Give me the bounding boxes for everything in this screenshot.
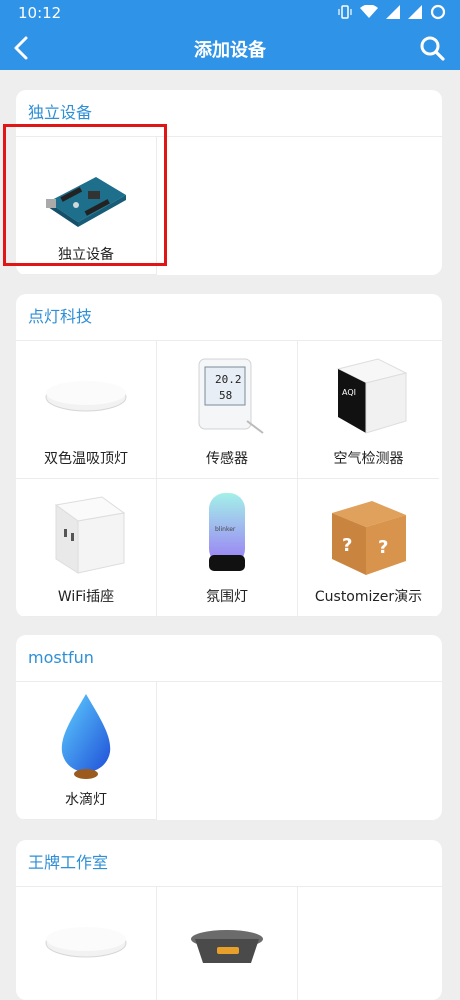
battery-ring-icon bbox=[430, 4, 446, 20]
signal-icon-2 bbox=[408, 5, 422, 19]
device-label: WiFi插座 bbox=[57, 589, 115, 605]
aqi-label: AQI bbox=[342, 388, 356, 397]
page-title: 添加设备 bbox=[194, 40, 266, 61]
aqi-cube-icon: AQI bbox=[336, 358, 408, 434]
device-water-drop-light[interactable]: 水滴灯 bbox=[16, 682, 157, 820]
ceiling-light-icon bbox=[45, 381, 127, 412]
mystery-box-icon: ? ? bbox=[332, 501, 406, 575]
sensor-temp: 20.2 bbox=[215, 373, 242, 386]
device-label: 双色温吸顶灯 bbox=[44, 451, 128, 467]
highlight-box bbox=[3, 124, 167, 266]
svg-text:?: ? bbox=[378, 537, 388, 558]
app-bar: 添加设备 bbox=[0, 26, 460, 70]
svg-text:?: ? bbox=[342, 535, 352, 556]
device-air-detector[interactable]: AQI 空气检测器 bbox=[298, 341, 439, 479]
device-sensor[interactable]: 20.2 58 传感器 bbox=[157, 341, 298, 479]
device-label: Customizer演示 bbox=[314, 589, 423, 605]
status-time: 10:12 bbox=[18, 4, 62, 22]
status-bar: 10:12 bbox=[0, 0, 460, 26]
sensor-hum: 58 bbox=[219, 389, 232, 402]
empty-cell bbox=[298, 887, 439, 1000]
ambient-brand: blinker bbox=[215, 526, 236, 533]
device-ceiling-light[interactable]: 双色温吸顶灯 bbox=[16, 341, 157, 479]
status-icons bbox=[338, 4, 446, 20]
device-label: 空气检测器 bbox=[333, 451, 404, 467]
device-label: 氛围灯 bbox=[206, 589, 248, 605]
section-title: 王牌工作室 bbox=[16, 840, 442, 887]
device-ceiling-light-2[interactable] bbox=[16, 887, 157, 1000]
vibrate-icon bbox=[338, 5, 352, 19]
section-diandeng: 点灯科技 双色温吸顶灯 20.2 58 传感器 AQI 空气检测器 WiFi插座… bbox=[16, 294, 442, 617]
device-label: 水滴灯 bbox=[65, 792, 107, 808]
wifi-icon bbox=[360, 5, 378, 18]
device-pet-bowl[interactable] bbox=[157, 887, 298, 1000]
sensor-icon: 20.2 58 bbox=[198, 358, 264, 434]
device-customizer[interactable]: ? ? Customizer演示 bbox=[298, 479, 439, 617]
ambient-light-icon: blinker bbox=[209, 493, 245, 571]
wifi-socket-icon bbox=[54, 496, 126, 574]
section-title: mostfun bbox=[16, 635, 442, 682]
device-label: 传感器 bbox=[206, 451, 248, 467]
ceiling-light-icon bbox=[45, 927, 127, 958]
section-title: 点灯科技 bbox=[16, 294, 442, 341]
device-wifi-socket[interactable]: WiFi插座 bbox=[16, 479, 157, 617]
device-ambient-light[interactable]: blinker 氛围灯 bbox=[157, 479, 298, 617]
signal-icon bbox=[386, 5, 400, 19]
bowl-icon bbox=[191, 930, 263, 963]
section-wangpai: 王牌工作室 bbox=[16, 840, 442, 1000]
section-mostfun: mostfun 水滴灯 bbox=[16, 635, 442, 820]
water-drop-icon bbox=[61, 694, 111, 779]
search-icon[interactable] bbox=[418, 34, 446, 62]
